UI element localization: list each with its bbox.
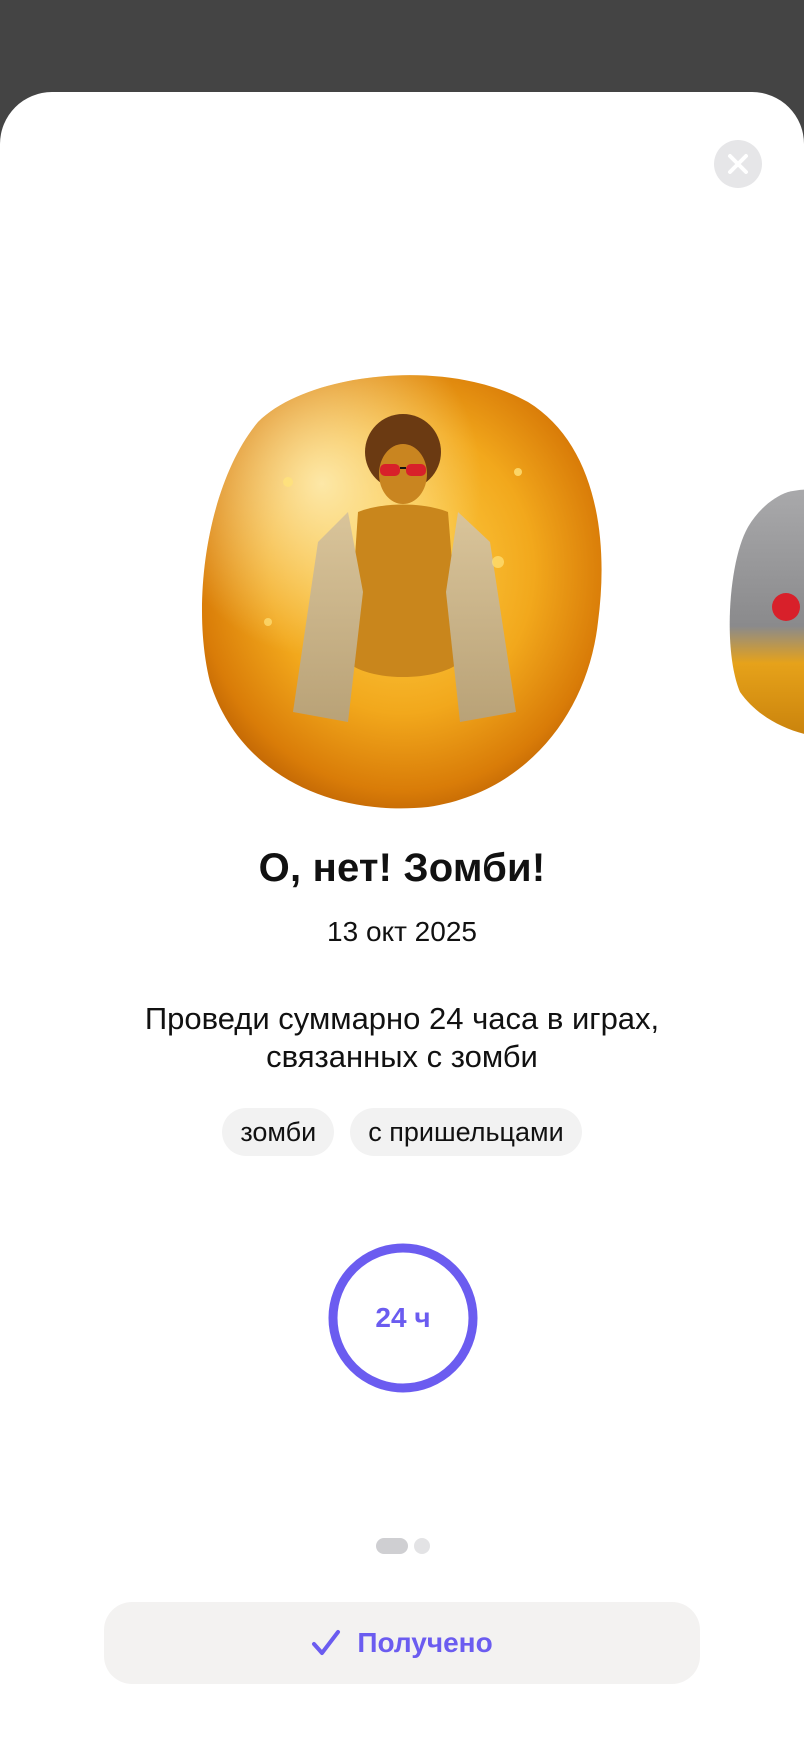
received-label: Получено [357,1627,493,1658]
progress-label: 24 ч [375,1302,431,1333]
page-indicator [376,1538,430,1554]
tag-aliens[interactable]: с пришельцами [350,1108,582,1156]
next-achievement-image [729,489,804,734]
page-dot-active[interactable] [376,1538,408,1554]
tag-zombie[interactable]: зомби [222,1108,335,1156]
tag-list: зомби с пришельцами [0,1108,804,1156]
achievement-title: О, нет! Зомби! [258,846,546,890]
close-button[interactable] [714,140,762,188]
check-icon [312,1630,341,1655]
achievement-description: Проведи суммарно 24 часа в играх, связан… [144,1001,660,1074]
received-button[interactable]: Получено [104,1602,700,1684]
achievement-sheet: О, нет! Зомби! 13 окт 2025 Проведи сумма… [0,92,804,1748]
close-icon [728,154,748,174]
page-dot[interactable] [414,1538,430,1554]
achievement-date: 13 окт 2025 [327,916,477,947]
amber-figure-image [201,375,602,809]
